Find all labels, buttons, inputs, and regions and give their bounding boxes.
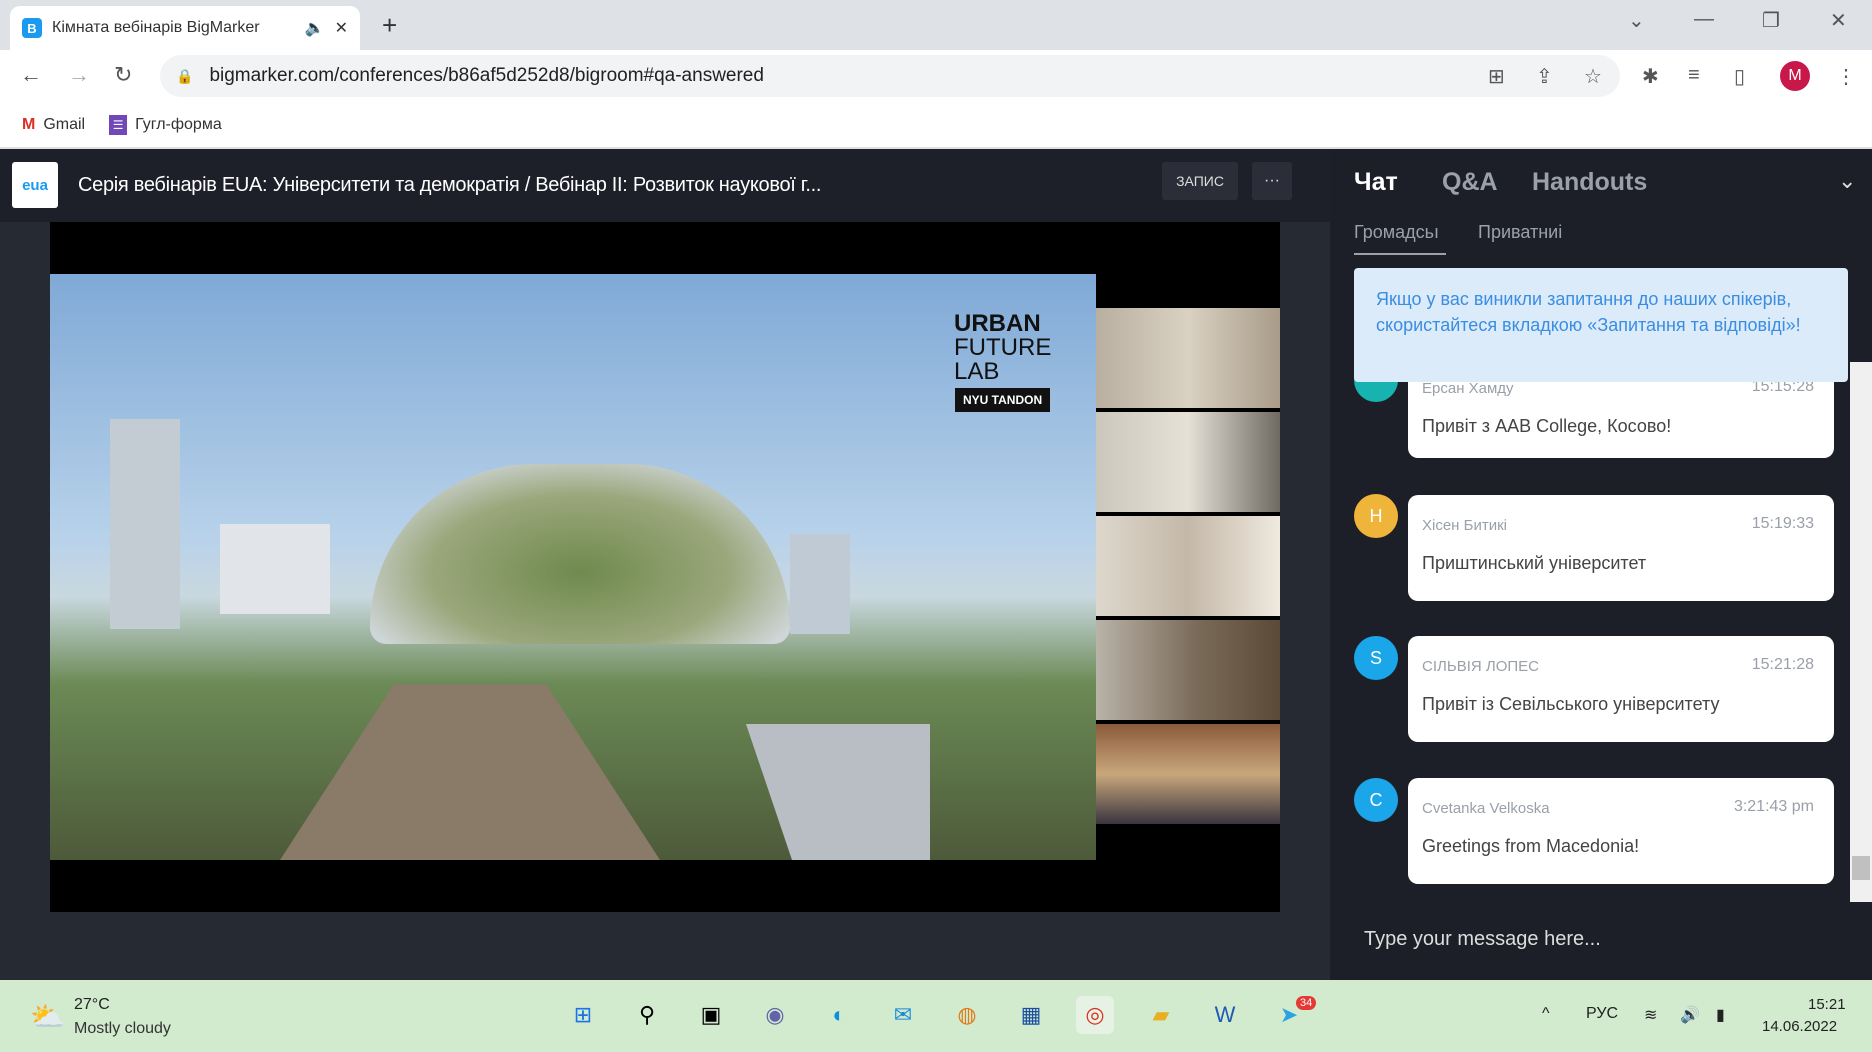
mail-icon[interactable]: ✉ [884,996,922,1034]
record-button[interactable]: ЗАПИС [1162,162,1238,200]
battery-icon[interactable]: ▮ [1716,1005,1725,1025]
tab-qa[interactable]: Q&A [1442,168,1498,197]
menu-icon[interactable]: ⋮ [1836,64,1856,89]
subtab-underline [1354,253,1446,255]
message-author: Хісен Битикі [1422,517,1507,534]
message-time: 15:19:33 [1751,515,1814,532]
address-bar[interactable]: 🔒 bigmarker.com/conferences/b86af5d252d8… [160,55,1620,97]
tab-search-icon[interactable]: ⌄ [1628,8,1645,33]
chat-message: Хісен Битикі 15:19:33 Приштинський уніве… [1408,495,1834,601]
back-icon[interactable]: ← [20,62,42,88]
participant-video[interactable] [1096,724,1280,826]
clock-date[interactable]: 14.06.2022 [1762,1018,1837,1035]
word-icon[interactable]: W [1206,996,1244,1034]
side-panel-icon[interactable]: ▯ [1734,64,1745,89]
profile-avatar[interactable]: M [1780,61,1810,91]
weather-desc[interactable]: Mostly cloudy [74,1020,171,1038]
nyu-tandon-badge: NYU TANDON [955,388,1051,412]
chrome-icon[interactable]: ◎ [1076,996,1114,1034]
avatar: C [1354,778,1398,822]
tab-chat[interactable]: Чат [1354,168,1398,197]
message-text: Greetings from Macedonia! [1422,836,1640,856]
webinar-title: Серія вебінарів EUA: Університети та дем… [78,174,822,196]
file-explorer-icon[interactable]: ▰ [1142,996,1180,1034]
avatar-initial: S [1369,647,1382,668]
bookmark-google-form[interactable]: ☰ Гугл-форма [109,115,222,135]
scrollbar-thumb[interactable] [1852,856,1870,880]
message-text: Приштинський університет [1422,553,1647,573]
participant-video[interactable] [1096,308,1280,410]
clock-time[interactable]: 15:21 [1808,996,1846,1013]
gmail-icon: M [22,116,36,133]
tab-handouts[interactable]: Handouts [1532,168,1647,197]
message-text: Привіт з AAB College, Косово! [1422,416,1672,436]
subtab-public[interactable]: Громадсьı [1354,222,1439,243]
slide-logo-line: URBAN [954,310,1041,337]
share-icon[interactable]: ⇪ [1536,64,1553,89]
weather-temp[interactable]: 27°C [74,996,110,1014]
store-icon[interactable]: ▦ [1012,996,1050,1034]
close-tab-icon[interactable]: ✕ [335,18,348,38]
minimize-button[interactable]: — [1694,8,1714,31]
restore-button[interactable]: ❐ [1762,8,1780,33]
chat-message: Cvetanka Velkoska 3:21:43 pm Greetings f… [1408,778,1834,884]
url-text: bigmarker.com/conferences/b86af5d252d8/b… [209,65,764,86]
message-text: Привіт із Севільського університету [1422,694,1720,714]
collapse-chevron-icon[interactable]: ⌄ [1838,168,1856,194]
reload-icon[interactable]: ↻ [114,62,132,88]
volume-icon[interactable]: 🔊 [1680,1005,1700,1025]
participant-video[interactable] [1096,516,1280,618]
chat-message: СІЛЬВІЯ ЛОПЕС 15:21:28 Привіт із Севільс… [1408,636,1834,742]
message-author: Ерсан Хамду [1422,380,1514,397]
task-view-icon[interactable]: ▣ [692,996,730,1034]
close-window-button[interactable]: ✕ [1830,8,1847,33]
participant-video[interactable] [1096,620,1280,722]
start-icon[interactable]: ⊞ [564,996,602,1034]
message-time: 3:21:43 pm [1733,798,1814,815]
new-tab-button[interactable]: + [382,10,397,41]
app-icon[interactable]: ◍ [948,996,986,1034]
participant-video[interactable] [1096,412,1280,514]
urban-future-lab-logo: URBAN FUTURE LAB [954,312,1051,384]
chat-scrollbar[interactable] [1850,362,1872,902]
teams-chat-icon[interactable]: ◉ [756,996,794,1034]
message-time: 15:21:28 [1751,656,1814,673]
eua-logo: eua [12,162,58,208]
search-icon[interactable]: ⚲ [628,996,666,1034]
edge-icon[interactable]: ◐ [820,996,858,1034]
bookmark-label: Gmail [43,116,86,133]
avatar-initial: H [1369,505,1383,526]
star-icon[interactable]: ☆ [1584,64,1602,89]
speaker-icon[interactable]: 🔈 [305,18,325,38]
message-author: СІЛЬВІЯ ЛОПЕС [1422,658,1539,675]
forward-icon[interactable]: → [68,62,90,88]
lock-icon: 🔒 [176,67,194,84]
avatar-initial: C [1369,789,1383,810]
browser-tab[interactable]: B Кімната вебінарів BigMarker 🔈 ✕ [10,6,360,50]
slide-logo-line: FUTURE [954,334,1052,361]
extensions-icon[interactable]: ✱ [1642,64,1659,89]
qa-notice-banner: Якщо у вас виникли запитання до наших сп… [1354,268,1848,382]
message-author: Cvetanka Velkoska [1422,800,1550,817]
media-icon[interactable]: ≡ [1688,64,1700,87]
more-options-button[interactable]: ··· [1252,162,1292,200]
telegram-badge: 34 [1296,996,1317,1010]
chat-message-input[interactable] [1364,928,1844,951]
bookmarks-bar: M Gmail ☰ Гугл-форма [0,103,1872,149]
slide-logo-line: LAB [954,358,1000,385]
tray-expand-icon[interactable]: ^ [1542,1005,1550,1023]
avatar: H [1354,494,1398,538]
bookmark-gmail[interactable]: M Gmail [22,116,85,134]
subtab-private[interactable]: Приватниі [1478,222,1562,243]
wifi-icon[interactable]: ≋ [1644,1005,1657,1025]
forms-icon: ☰ [109,115,128,135]
bigmarker-favicon-icon: B [22,18,42,38]
slide-image [50,274,1096,860]
avatar: S [1354,636,1398,680]
bookmark-label: Гугл-форма [135,116,222,133]
language-indicator[interactable]: РУС [1586,1005,1618,1023]
translate-icon[interactable]: ⊞ [1488,64,1505,89]
tab-title: Кімната вебінарів BigMarker [52,19,260,36]
weather-cloud-icon[interactable]: ⛅ [30,1000,65,1033]
